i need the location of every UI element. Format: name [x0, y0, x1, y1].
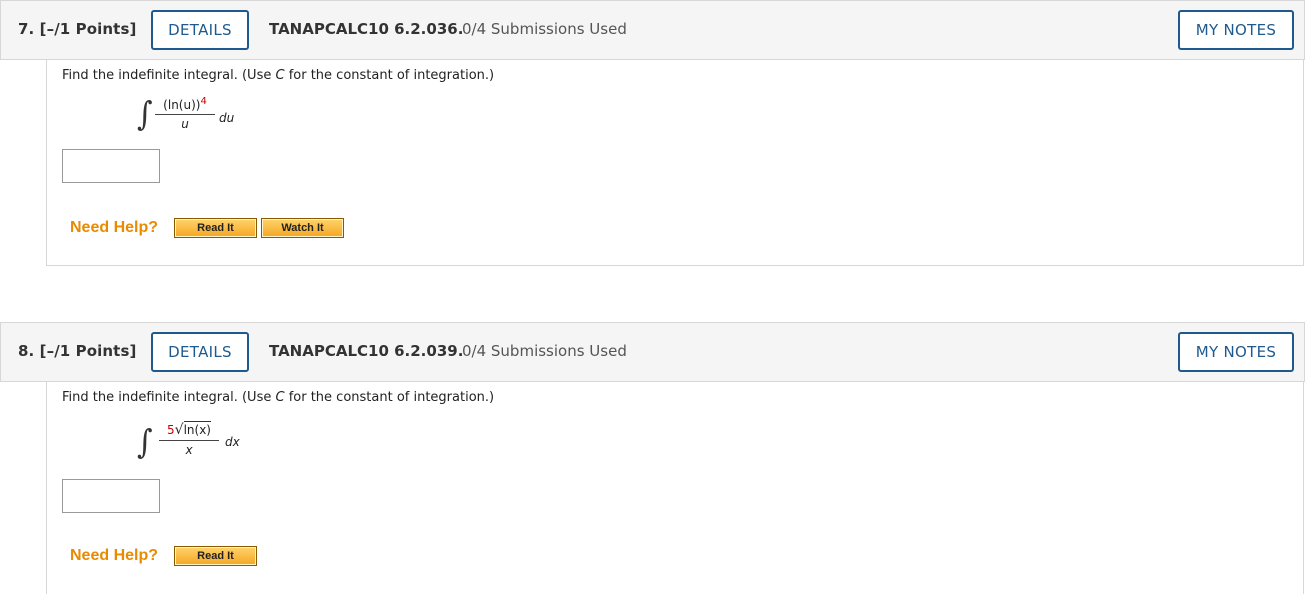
question-7-body: Find the indefinite integral. (Use C for…: [46, 60, 1304, 266]
answer-input[interactable]: [62, 479, 160, 513]
question-number: 8. [–/1 Points]: [18, 342, 137, 360]
fraction-bar: [159, 440, 219, 441]
submissions-used: 0/4 Submissions Used: [462, 342, 627, 360]
numerator: (ln(u))4: [163, 96, 207, 112]
fraction: 5√ln(x) x: [159, 421, 219, 457]
need-help-label: Need Help?: [70, 547, 159, 564]
question-8-body: Find the indefinite integral. (Use C for…: [46, 382, 1304, 594]
denominator: u: [181, 117, 189, 131]
details-button[interactable]: DETAILS: [151, 10, 249, 50]
submissions-used: 0/4 Submissions Used: [462, 20, 627, 38]
question-code: TANAPCALC10 6.2.039.: [269, 342, 464, 360]
differential: dx: [225, 435, 240, 449]
read-it-button[interactable]: Read It: [174, 218, 257, 238]
integral-sign: ∫: [137, 423, 153, 462]
need-help-label: Need Help?: [70, 219, 159, 236]
denominator: x: [185, 443, 193, 457]
fraction-bar: [155, 114, 215, 115]
question-code: TANAPCALC10 6.2.036.: [269, 20, 464, 38]
numerator: 5√ln(x): [167, 421, 211, 438]
question-prompt: Find the indefinite integral. (Use C for…: [62, 390, 495, 405]
my-notes-button[interactable]: MY NOTES: [1178, 332, 1294, 372]
answer-input[interactable]: [62, 149, 160, 183]
question-prompt: Find the indefinite integral. (Use C for…: [62, 68, 495, 83]
my-notes-button[interactable]: MY NOTES: [1178, 10, 1294, 50]
question-8-header: 8. [–/1 Points] DETAILS TANAPCALC10 6.2.…: [0, 322, 1305, 382]
details-button[interactable]: DETAILS: [151, 332, 249, 372]
question-7-header: 7. [–/1 Points] DETAILS TANAPCALC10 6.2.…: [0, 0, 1305, 60]
fraction: (ln(u))4 u: [155, 96, 215, 131]
question-number: 7. [–/1 Points]: [18, 20, 137, 38]
integral-sign: ∫: [137, 95, 153, 134]
watch-it-button[interactable]: Watch It: [261, 218, 344, 238]
differential: du: [219, 111, 235, 125]
read-it-button[interactable]: Read It: [174, 546, 257, 566]
